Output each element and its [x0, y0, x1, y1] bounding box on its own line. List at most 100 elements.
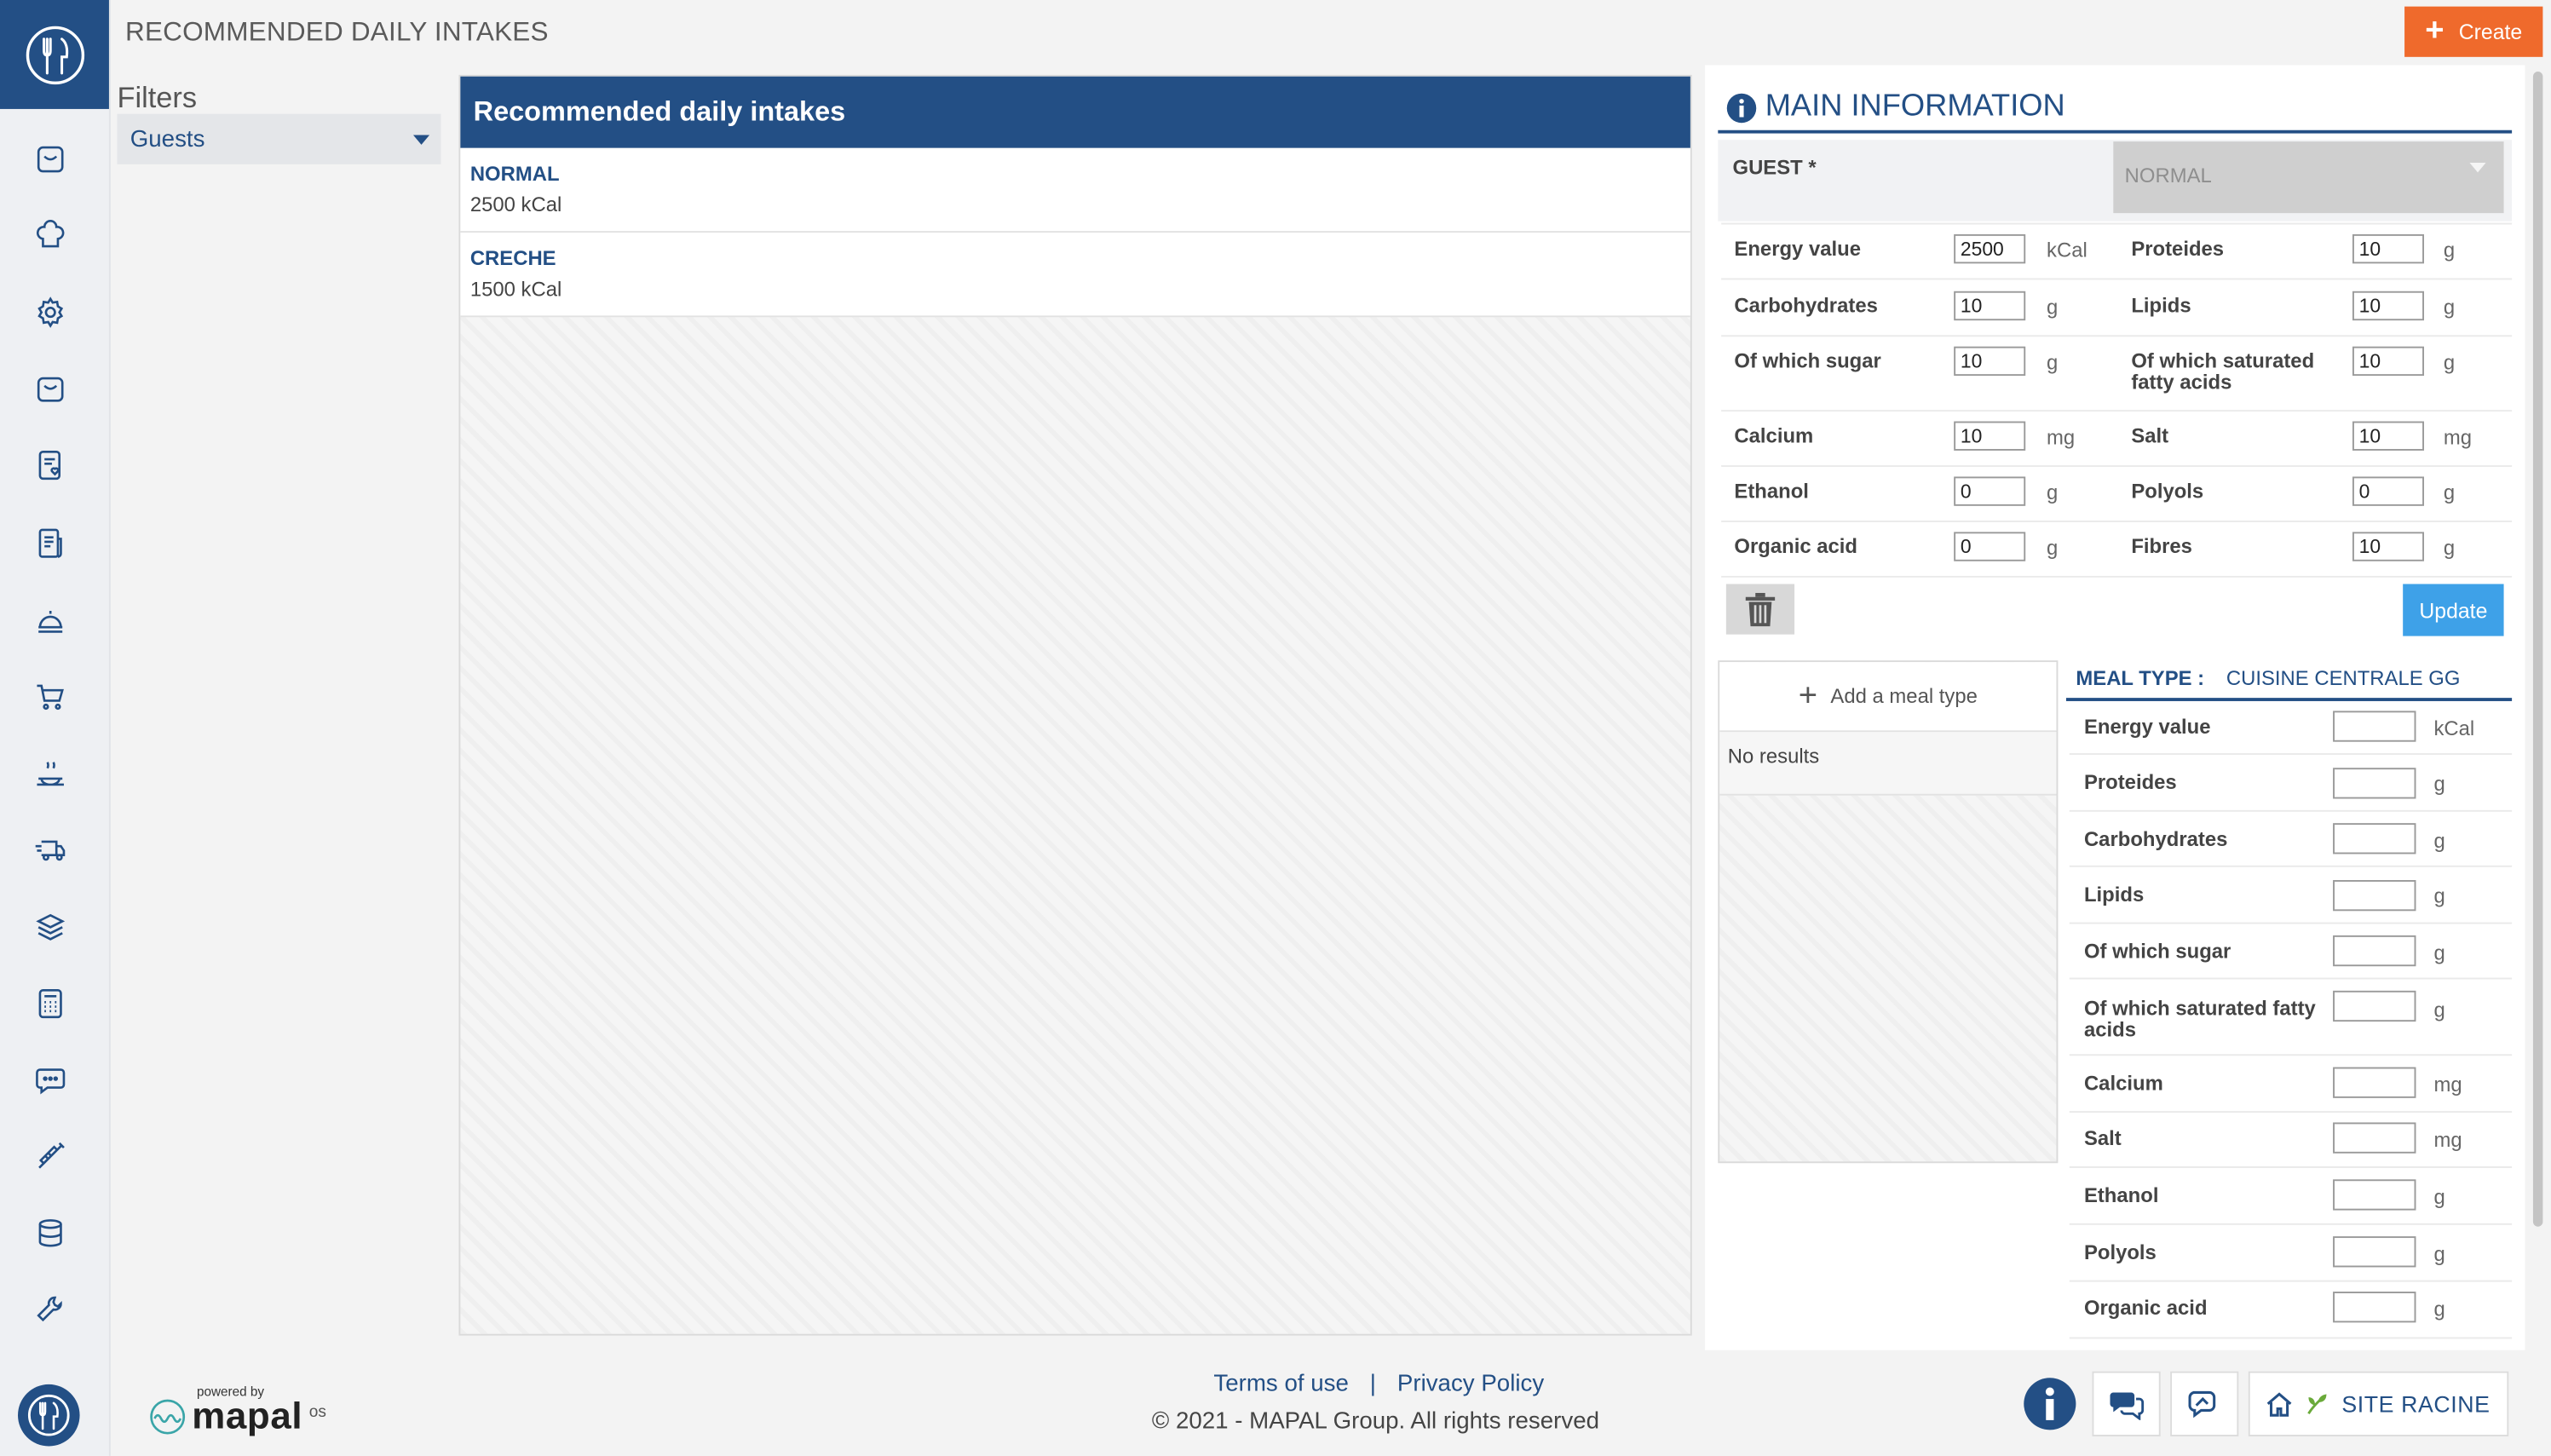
meal-type-key: MEAL TYPE :: [2076, 666, 2205, 690]
meal-field-unit: g: [2433, 1242, 2445, 1266]
meal-field-label: Organic acid: [2083, 1296, 2208, 1320]
terms-link[interactable]: Terms of use: [1213, 1372, 1348, 1398]
meal-field-unit: g: [2433, 941, 2445, 965]
guest-filter-select[interactable]: Guests: [117, 113, 441, 164]
meal-field-input[interactable]: [2333, 1179, 2416, 1211]
nutrient-input[interactable]: [1954, 233, 2026, 264]
delete-button[interactable]: [1725, 584, 1795, 635]
nutrient-label: Energy value: [1734, 237, 1862, 261]
home-icon: [2267, 1392, 2293, 1417]
nutrient-input[interactable]: [2352, 532, 2425, 561]
shopping-bag-icon[interactable]: [29, 368, 72, 411]
meal-field-input[interactable]: [2333, 879, 2416, 912]
meal-type-value: CUISINE CENTRALE GG: [2226, 666, 2461, 690]
meal-field-input[interactable]: [2333, 935, 2416, 967]
delivery-truck-icon[interactable]: [29, 828, 72, 871]
meal-field-label: Lipids: [2083, 883, 2145, 906]
meal-field-input[interactable]: [2333, 1292, 2416, 1323]
create-label: Create: [2458, 19, 2523, 44]
meal-field-input[interactable]: [2333, 823, 2416, 855]
nutrient-input[interactable]: [2352, 346, 2425, 377]
row-divider: [1721, 410, 2513, 412]
syringe-icon[interactable]: [29, 1136, 72, 1178]
nutrient-label: Ethanol: [1734, 480, 1809, 504]
meal-field-label: Of which sugar: [2083, 940, 2231, 964]
nutrient-input[interactable]: [1954, 532, 2026, 561]
recipe-heart-icon[interactable]: [29, 444, 72, 486]
row-divider: [2069, 1166, 2513, 1168]
add-meal-type-button[interactable]: + Add a meal type: [1719, 662, 2057, 733]
create-button[interactable]: + Create: [2404, 6, 2543, 57]
update-button[interactable]: Update: [2403, 584, 2504, 636]
database-icon[interactable]: [29, 1212, 72, 1255]
filters-title: Filters: [117, 81, 198, 114]
list-item[interactable]: NORMAL 2500 kCal: [460, 147, 1690, 233]
privacy-link[interactable]: Privacy Policy: [1397, 1372, 1544, 1398]
main-info-label: MAIN INFORMATION: [1765, 89, 2065, 124]
wrench-icon[interactable]: [29, 1288, 72, 1331]
chef-hat-icon[interactable]: [29, 215, 72, 257]
meal-field-input[interactable]: [2333, 768, 2416, 799]
meal-field-label: Ethanol: [2083, 1184, 2159, 1207]
nutrient-input[interactable]: [1954, 421, 2026, 451]
meal-field-unit: mg: [2433, 1073, 2462, 1096]
app-logo[interactable]: [0, 0, 109, 109]
inbox-icon[interactable]: [29, 138, 72, 181]
scrollbar-thumb[interactable]: [2532, 72, 2543, 1227]
messages-button[interactable]: [2092, 1371, 2161, 1437]
site-label: SITE RACINE: [2341, 1390, 2491, 1418]
section-divider: [2065, 698, 2513, 700]
site-button[interactable]: SITE RACINE: [2248, 1371, 2509, 1437]
info-icon: [1726, 92, 1757, 123]
info-button[interactable]: [2018, 1372, 2082, 1436]
nutrient-label: Fibres: [2131, 535, 2192, 558]
cart-icon[interactable]: [29, 675, 72, 717]
cloche-icon[interactable]: [29, 599, 72, 642]
plus-icon: +: [1798, 678, 1818, 715]
row-divider: [1721, 465, 2513, 467]
nutrient-input[interactable]: [2352, 291, 2425, 321]
footer-links: Terms of use | Privacy Policy: [1213, 1372, 1544, 1398]
support-chat-icon: [2188, 1390, 2216, 1419]
hot-dish-icon[interactable]: [29, 751, 72, 794]
nutrient-input[interactable]: [1954, 346, 2026, 377]
nutrient-label: Calcium: [1734, 424, 1814, 448]
guest-select[interactable]: NORMAL: [2113, 141, 2504, 214]
nutrient-unit: g: [2443, 481, 2456, 504]
nutrient-input[interactable]: [1954, 476, 2026, 506]
profile-logo[interactable]: [18, 1384, 80, 1447]
row-divider: [1721, 521, 2513, 522]
brand-suffix: os: [308, 1403, 326, 1422]
mapal-logo: mapal os: [150, 1394, 326, 1438]
nutrient-unit: kCal: [2047, 239, 2087, 262]
meal-field-input[interactable]: [2333, 990, 2416, 1022]
list-item-name: NORMAL: [469, 162, 560, 186]
layers-icon[interactable]: [29, 906, 72, 949]
filter-value: Guests: [130, 125, 205, 153]
nutrient-input[interactable]: [2352, 233, 2425, 264]
intakes-list-panel: Recommended daily intakes NORMAL 2500 kC…: [458, 74, 1692, 1336]
meal-field-unit: g: [2433, 884, 2445, 908]
row-divider: [2069, 809, 2513, 812]
nutrient-label: Polyols: [2131, 480, 2204, 504]
calculator-icon[interactable]: [29, 982, 72, 1025]
row-divider: [2069, 977, 2513, 980]
nutrient-input[interactable]: [2352, 421, 2425, 451]
meal-field-input[interactable]: [2333, 711, 2416, 742]
row-divider: [2069, 1280, 2513, 1282]
list-item[interactable]: CRECHE 1500 kCal: [460, 233, 1690, 318]
guest-label: GUEST *: [1732, 156, 1817, 180]
document-icon[interactable]: [29, 522, 72, 565]
link-separator: |: [1369, 1371, 1376, 1398]
chat-icon[interactable]: [29, 1059, 72, 1102]
mapal-wave-icon: [150, 1398, 186, 1434]
meal-field-input[interactable]: [2333, 1067, 2416, 1098]
meal-field-input[interactable]: [2333, 1236, 2416, 1268]
support-button[interactable]: [2170, 1371, 2239, 1437]
nutrient-input[interactable]: [1954, 291, 2026, 321]
list-item-kcal: 1500 kCal: [469, 278, 562, 302]
gear-icon[interactable]: [29, 291, 72, 334]
nutrient-unit: g: [2443, 239, 2456, 262]
nutrient-input[interactable]: [2352, 476, 2425, 506]
meal-field-input[interactable]: [2333, 1122, 2416, 1154]
